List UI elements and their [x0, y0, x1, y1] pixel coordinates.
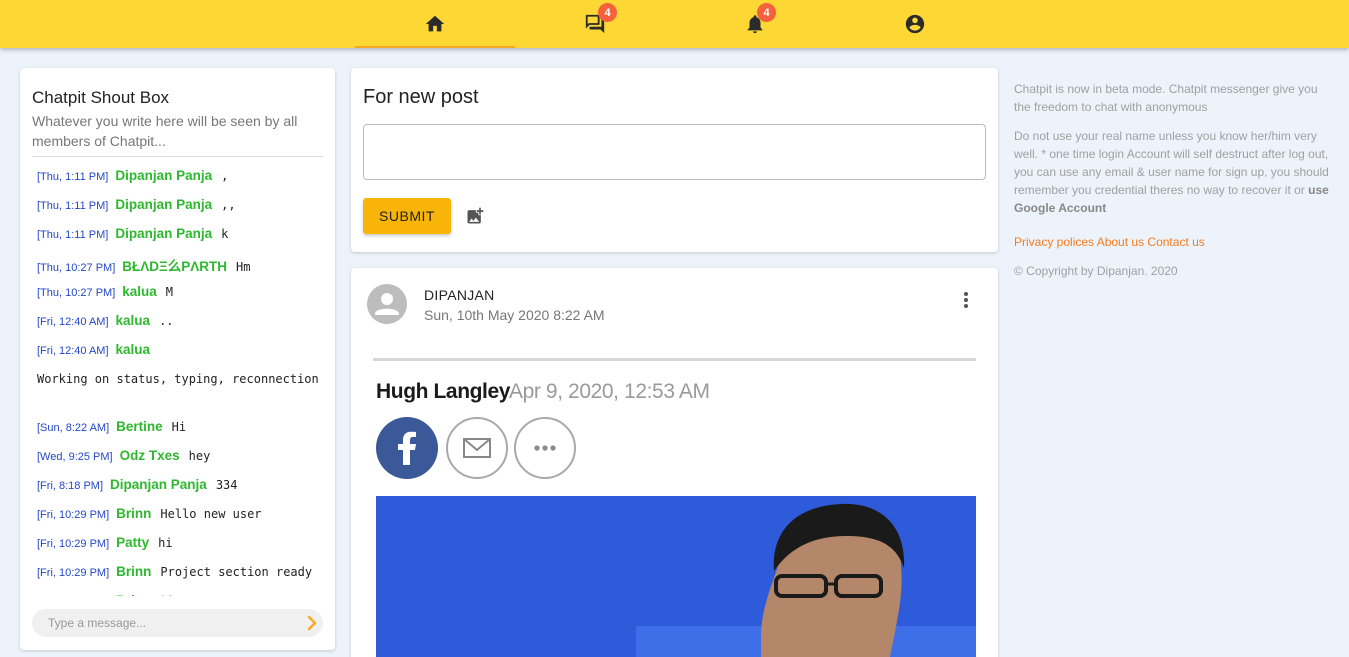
shoutbox-message: [Thu, 1:11 PM] Dipanjan Panja k [37, 221, 327, 250]
message-text: 334 [215, 478, 238, 492]
message-username[interactable]: Dipanjan Panja [110, 477, 207, 492]
shoutbox-title: Chatpit Shout Box [32, 88, 170, 107]
message-text-continuation: Working on status, typing, reconnection [37, 372, 319, 386]
message-time: [Thu, 1:11 PM] [37, 229, 109, 241]
message-text: , [221, 169, 229, 183]
footer-links: Privacy polices About us Contact us [1014, 233, 1334, 251]
message-username[interactable]: kalua [122, 284, 157, 299]
post-card: DIPANJAN Sun, 10th May 2020 8:22 AM Hugh… [351, 268, 998, 657]
info-warning-text: Do not use your real name unless you kno… [1014, 129, 1329, 197]
about-us-link[interactable]: About us [1097, 235, 1144, 249]
add-photo-icon[interactable] [464, 206, 486, 226]
image-rule [373, 358, 976, 361]
message-time: [Thu, 10:27 PM] [37, 262, 116, 274]
message-time: [Fri, 10:29 PM] [37, 509, 110, 521]
message-username[interactable]: Dipanjan Panja [115, 168, 212, 183]
contact-us-link[interactable]: Contact us [1147, 235, 1204, 249]
message-text: .. [159, 314, 174, 328]
tab-notifications[interactable]: 4 [675, 0, 835, 48]
avatar[interactable] [367, 284, 407, 324]
message-username[interactable]: BŁΛDΞ么PΛRTH [122, 255, 227, 275]
divider [32, 156, 323, 157]
shoutbox-message: [Wed, 9:25 PM] Odz Txes hey [37, 443, 327, 472]
shoutbox-message: [Fri, 12:40 AM] kalua.. [37, 308, 327, 337]
message-text: Hello new user [160, 507, 262, 521]
shoutbox-message: [Fri, 10:29 PM]Brinn)) [37, 588, 327, 596]
mail-icon [446, 417, 508, 479]
account-circle-icon [905, 14, 925, 34]
shoutbox-message: [Thu, 10:27 PM] BŁΛDΞ么PΛRTH Hm [37, 250, 327, 279]
submit-button[interactable]: SUBMIT [363, 198, 451, 234]
send-chevron-icon[interactable] [305, 615, 319, 631]
user-silhouette-icon [375, 293, 399, 315]
shoutbox-message: [Fri, 10:29 PM] Brinn Project section read… [37, 559, 327, 588]
tab-messages[interactable]: 4 [515, 0, 675, 48]
new-post-textarea[interactable] [363, 124, 986, 180]
tab-home[interactable] [355, 0, 515, 48]
post-date: Sun, 10th May 2020 8:22 AM [424, 307, 605, 323]
image-author-date: Apr 9, 2020, 12:53 AM [509, 380, 710, 403]
person-photo [376, 496, 976, 657]
message-text: Project section ready [160, 565, 313, 579]
message-text: )) [160, 594, 174, 596]
post-image[interactable]: Hugh Langley Apr 9, 2020, 12:53 AM [373, 356, 979, 657]
shoutbox-message: [Thu, 1:11 PM] Dipanjan Panja,, [37, 192, 327, 221]
shoutbox-subtitle: Whatever you write here will be seen by … [32, 113, 298, 149]
message-username[interactable]: Brinn [116, 564, 151, 579]
home-icon [425, 15, 445, 32]
message-username[interactable]: Bertine [116, 419, 163, 434]
message-time: [Thu, 1:11 PM] [37, 171, 109, 183]
message-time: [Fri, 12:40 AM] [37, 345, 109, 357]
message-time: [Sun, 8:22 AM] [37, 422, 110, 434]
copyright: © Copyright by Dipanjan. 2020 [1014, 264, 1178, 278]
message-time: [Fri, 8:18 PM] [37, 480, 104, 492]
message-text: hey [188, 449, 211, 463]
message-text: k [221, 227, 229, 241]
shoutbox-message: [Fri, 10:29 PM] Patty hi [37, 530, 327, 559]
message-username[interactable]: Dipanjan Panja [115, 197, 212, 212]
message-text: M [165, 285, 174, 299]
shoutbox-message: [Thu, 10:27 PM] kalua M [37, 279, 327, 308]
new-post-title: For new post [363, 86, 479, 108]
messages-badge: 4 [598, 3, 617, 22]
shoutbox-card: Chatpit Shout Box Whatever you write her… [20, 68, 335, 650]
message-text: ,, [221, 198, 236, 212]
shoutbox-message-input[interactable] [32, 609, 323, 637]
shoutbox-message: [Fri, 8:18 PM] Dipanjan Panja 334 [37, 472, 327, 501]
message-text: Hi [171, 420, 187, 434]
message-time: [Fri, 10:29 PM] [37, 538, 110, 550]
notifications-badge: 4 [757, 3, 776, 22]
more-vert-icon[interactable] [961, 290, 971, 310]
message-username[interactable]: Odz Txes [120, 448, 180, 463]
shoutbox-message: [Fri, 10:29 PM] Brinn Hello new user [37, 501, 327, 530]
message-time: [Fri, 10:29 PM] [37, 567, 110, 579]
new-post-card: For new post SUBMIT [351, 68, 998, 252]
tab-profile[interactable] [835, 0, 995, 48]
info-panel: Chatpit is now in beta mode. Chatpit mes… [1014, 80, 1334, 291]
shoutbox-message: [Sun, 8:22 AM] Bertine Hi [37, 414, 327, 443]
post-author[interactable]: DIPANJAN [424, 287, 495, 303]
message-time: [Wed, 9:25 PM] [37, 451, 113, 463]
message-username[interactable]: kalua [116, 313, 151, 328]
message-text: hi [158, 536, 173, 550]
message-text: Hm [235, 260, 251, 274]
shoutbox-message-list[interactable]: [Thu, 1:11 PM] Dipanjan Panja, [Thu, 1:11 … [37, 163, 327, 596]
message-username[interactable]: kalua [116, 342, 151, 357]
privacy-policy-link[interactable]: Privacy polices [1014, 235, 1094, 249]
facebook-icon [376, 417, 438, 479]
top-nav-bar: 4 4 [0, 0, 1349, 48]
message-time: [Thu, 10:27 PM] [37, 287, 116, 299]
message-username[interactable]: Dipanjan Panja [115, 226, 212, 241]
message-username[interactable]: Brinn [116, 506, 151, 521]
more-horiz-icon [514, 417, 576, 479]
info-beta-text: Chatpit is now in beta mode. Chatpit mes… [1014, 82, 1318, 114]
message-time: [Thu, 1:11 PM] [37, 200, 109, 212]
message-username[interactable]: Patty [116, 535, 149, 550]
message-time: [Fri, 12:40 AM] [37, 316, 109, 328]
info-warning: Do not use your real name unless you kno… [1014, 127, 1334, 217]
shoutbox-message: [Thu, 1:11 PM] Dipanjan Panja, [37, 163, 327, 192]
shoutbox-message: [Fri, 12:40 AM] kalua [37, 337, 327, 366]
image-author-name: Hugh Langley [376, 380, 511, 403]
message-username[interactable]: Brinn [116, 593, 151, 596]
